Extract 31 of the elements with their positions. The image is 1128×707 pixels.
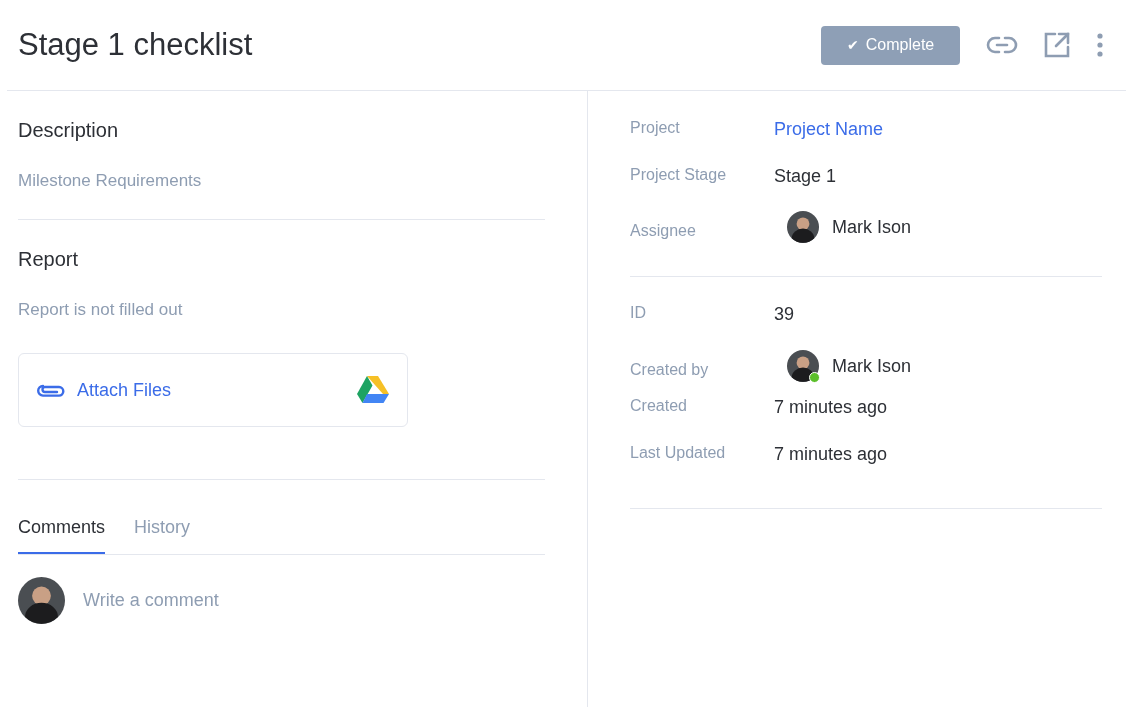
section-heading: Description <box>18 119 120 142</box>
avatar <box>787 211 819 243</box>
more-icon[interactable] <box>1096 33 1104 57</box>
avatar <box>18 577 65 624</box>
field-label: Project Stage <box>630 166 728 184</box>
field-value: Stage 1 <box>774 166 837 187</box>
field-label: ID <box>630 304 647 322</box>
field-label: Last Updated <box>630 444 727 462</box>
field-value: 7 minutes ago <box>774 397 888 418</box>
avatar <box>787 350 819 382</box>
field-value: 7 minutes ago <box>774 444 888 465</box>
person-name: Mark Ison <box>832 355 912 377</box>
field-label: Created by <box>630 361 710 379</box>
field-value: 39 <box>774 304 795 325</box>
external-link-icon[interactable] <box>1044 32 1070 58</box>
report-status: Report is not filled out <box>18 300 184 320</box>
description-text: Milestone Requirements <box>18 171 203 191</box>
field-label: Created <box>630 397 688 415</box>
tab[interactable]: Comments <box>18 508 106 554</box>
link-icon[interactable] <box>986 34 1018 56</box>
person-name: Mark Ison <box>832 216 912 238</box>
field-label: Project <box>630 119 681 137</box>
attach-files-link[interactable]: Attach Files <box>77 379 345 401</box>
page-title: Stage 1 checklist <box>18 27 253 63</box>
section-heading: Report <box>18 248 80 271</box>
project-link[interactable]: Project Name <box>774 119 884 140</box>
tab[interactable]: History <box>134 508 191 554</box>
field-label: Assignee <box>630 222 697 240</box>
drive-icon[interactable] <box>357 376 389 404</box>
paperclip-icon <box>37 383 65 397</box>
complete-button[interactable]: ✔ Complete <box>821 25 960 65</box>
